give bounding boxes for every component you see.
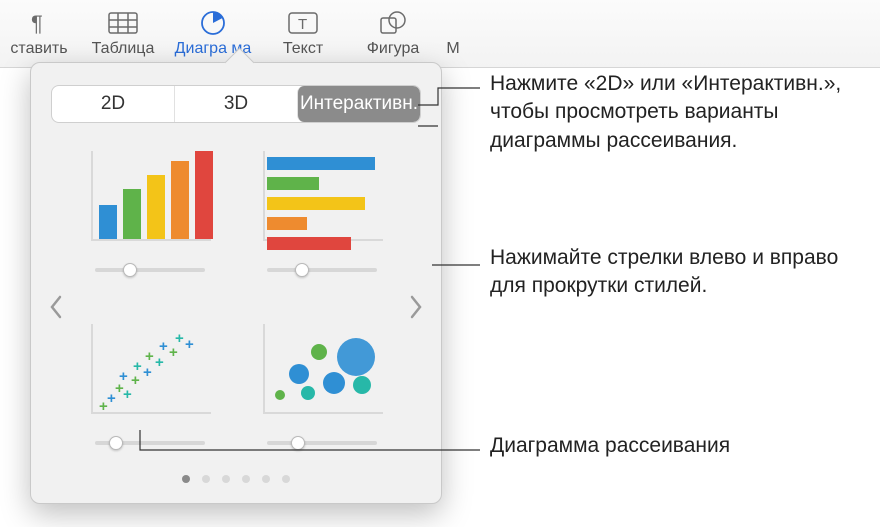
callout-tabs: Нажмите «2D» или «Интерактивн.», чтобы п… <box>490 70 860 155</box>
callout-arrows: Нажимайте стрелки влево и вправо для про… <box>490 244 860 301</box>
callout-scatter: Диаграмма рассеивания <box>490 432 730 460</box>
